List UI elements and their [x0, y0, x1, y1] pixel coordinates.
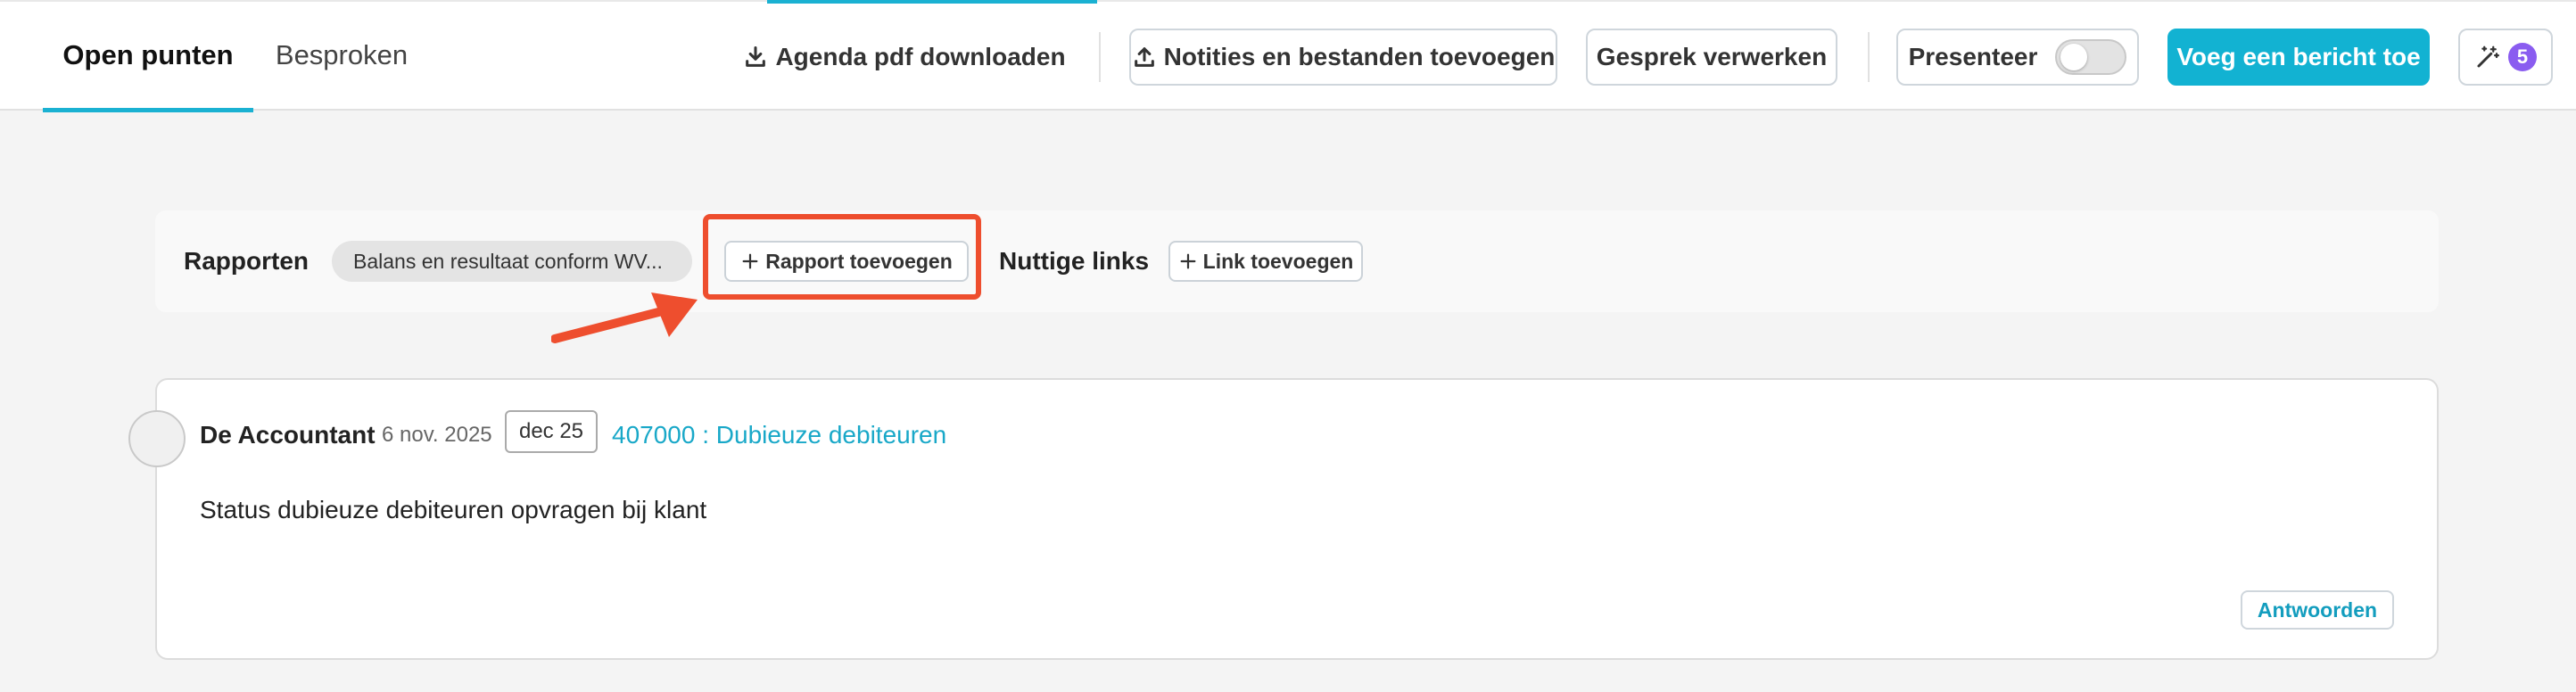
download-agenda-label: Agenda pdf downloaden	[775, 43, 1066, 70]
report-chip-label: Balans en resultaat conform WV...	[353, 249, 663, 273]
plus-icon	[1180, 253, 1196, 269]
plus-icon	[742, 253, 758, 269]
reply-button[interactable]: Antwoorden	[2241, 590, 2394, 630]
reports-label: Rapporten	[184, 247, 309, 275]
add-notes-files-label: Notities en bestanden toevoegen	[1163, 43, 1556, 70]
add-message-label: Voeg een bericht toe	[2176, 43, 2421, 70]
add-message-button[interactable]: Voeg een bericht toe	[2167, 29, 2430, 86]
reply-label: Antwoorden	[2257, 597, 2378, 622]
message-date: 6 nov. 2025	[382, 423, 492, 447]
process-meeting-button[interactable]: Gesprek verwerken	[1586, 29, 1837, 86]
download-agenda-button[interactable]: Agenda pdf downloaden	[746, 29, 1066, 86]
add-report-button[interactable]: Rapport toevoegen	[724, 241, 969, 282]
present-toggle-button[interactable]: Presenteer	[1896, 29, 2139, 86]
tab-besproken[interactable]: Besproken	[268, 0, 416, 111]
top-accent-bar	[767, 0, 1097, 4]
add-notes-files-button[interactable]: Notities en bestanden toevoegen	[1129, 29, 1557, 86]
ai-assistant-button[interactable]: 5	[2458, 29, 2553, 86]
process-meeting-label: Gesprek verwerken	[1596, 43, 1828, 70]
add-link-button[interactable]: Link toevoegen	[1168, 241, 1363, 282]
tab-open-punten-label: Open punten	[62, 39, 234, 70]
present-toggle[interactable]	[2055, 39, 2127, 75]
toggle-knob	[2060, 44, 2088, 70]
download-icon	[746, 45, 766, 67]
add-report-label: Rapport toevoegen	[765, 249, 953, 273]
present-label: Presenteer	[1908, 43, 2038, 70]
add-link-label: Link toevoegen	[1202, 249, 1354, 273]
tab-open-punten[interactable]: Open punten	[43, 0, 253, 112]
top-bar: Open punten Besproken Agenda pdf downloa…	[0, 0, 2576, 112]
toolbar-separator	[1868, 32, 1870, 82]
upload-icon	[1134, 47, 1154, 67]
useful-links-label: Nuttige links	[999, 247, 1150, 275]
ai-count-badge: 5	[2508, 43, 2537, 71]
magic-wand-icon	[2477, 45, 2499, 68]
period-tag: dec 25	[505, 410, 598, 453]
tab-besproken-label: Besproken	[275, 39, 409, 70]
message-body: Status dubieuze debiteuren opvragen bij …	[200, 496, 707, 523]
avatar	[128, 410, 186, 467]
reports-panel: Rapporten Balans en resultaat conform WV…	[155, 210, 2439, 312]
account-link[interactable]: 407000 : Dubieuze debiteuren	[612, 417, 946, 453]
message-author: De Accountant	[200, 421, 376, 449]
report-chip[interactable]: Balans en resultaat conform WV...	[332, 241, 692, 282]
toolbar-separator	[1099, 32, 1101, 82]
